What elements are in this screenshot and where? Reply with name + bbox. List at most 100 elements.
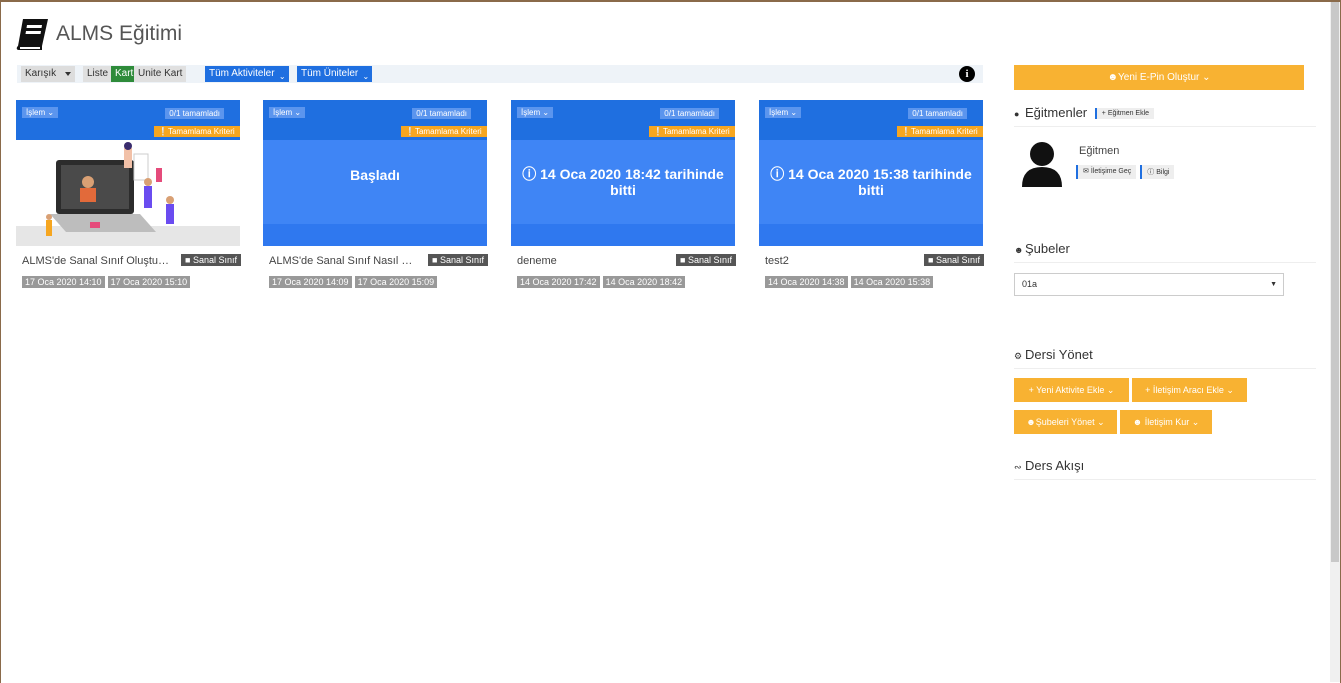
instructors-heading-label: Eğitmenler — [1025, 105, 1088, 120]
islem-label: İşlem — [273, 108, 293, 117]
card-thumbnail[interactable]: İşlem ⌄ 0/1 tamamladı ❕Tamamlama Kriteri… — [511, 100, 735, 246]
contact-instructor-button[interactable]: ✉ İletişime Geç — [1076, 165, 1137, 179]
caret-down-icon — [65, 72, 71, 76]
info-circle-icon: ⓘ — [770, 166, 785, 182]
new-epin-button[interactable]: ☻Yeni E-Pin Oluştur ⌄ — [1014, 65, 1304, 90]
activities-dropdown[interactable]: Tüm Aktiviteler ⌄ — [205, 66, 289, 82]
units-dropdown-label: Tüm Üniteler — [301, 68, 359, 79]
card-progress-badge: 0/1 tamamladı — [908, 108, 967, 119]
scrollbar-thumb[interactable] — [1331, 2, 1339, 562]
criteria-label: Tamamlama Kriteri — [910, 127, 978, 136]
chevron-down-icon: ⌄ — [278, 72, 286, 81]
instructor-avatar — [1022, 142, 1062, 187]
add-instructor-button[interactable]: + Eğitmen Ekle — [1094, 108, 1155, 120]
islem-label: İşlem — [521, 108, 541, 117]
card-criteria-badge[interactable]: ❕Tamamlama Kriteri — [649, 126, 735, 137]
islem-label: İşlem — [769, 108, 789, 117]
stream-heading-label: Ders Akışı — [1025, 458, 1085, 473]
card-criteria-badge[interactable]: ❕Tamamlama Kriteri — [897, 126, 983, 137]
view-list-button[interactable]: Liste — [83, 66, 113, 82]
card-title[interactable]: deneme — [517, 255, 667, 267]
view-unit-card-button[interactable]: Unite Kart — [134, 66, 187, 82]
manage-branches-button[interactable]: ☻Şubeleri Yönet ⌄ — [1014, 410, 1117, 434]
instructor-actions: ✉ İletişime Geç ⓘ Bilgi — [1076, 165, 1175, 179]
card-thumbnail[interactable]: İşlem ⌄ 0/1 tamamladı ❕Tamamlama Kriteri… — [759, 100, 983, 246]
end-date-tag: 14 Oca 2020 15:38 — [850, 276, 934, 288]
contact-label: İletişime Geç — [1090, 168, 1132, 175]
type-label: Sanal Sınıf — [439, 255, 484, 265]
book-icon — [16, 19, 48, 50]
branch-select-value: 01a — [1022, 279, 1038, 289]
start-date-tag: 17 Oca 2020 14:09 — [269, 276, 352, 288]
units-dropdown[interactable]: Tüm Üniteler ⌄ — [297, 66, 373, 82]
rss-icon: ∾ — [1014, 462, 1022, 472]
instructor-info-button[interactable]: ⓘ Bilgi — [1140, 165, 1175, 179]
card-progress-badge: 0/1 tamamladı — [165, 108, 224, 119]
card-title[interactable]: ALMS'de Sanal Sınıf Nasıl Oluş... — [269, 255, 419, 267]
cogs-icon: ⚙ — [1014, 351, 1023, 361]
end-date-tag: 17 Oca 2020 15:10 — [107, 276, 191, 288]
card-progress-badge: 0/1 tamamladı — [412, 108, 471, 119]
card-type-badge: ■ Sanal Sınıf — [181, 254, 241, 266]
add-instructor-label: Eğitmen Ekle — [1107, 110, 1150, 118]
card-status-text: ⓘ 14 Oca 2020 15:38 tarihinde bitti — [759, 166, 983, 198]
card-dates: 14 Oca 2020 14:38 14 Oca 2020 15:38 — [765, 276, 934, 288]
card-progress-badge: 0/1 tamamladı — [660, 108, 719, 119]
activity-card[interactable]: İşlem ⌄ 0/1 tamamladı ❕Tamamlama Kriteri… — [16, 100, 241, 288]
status-label: 14 Oca 2020 15:38 tarihinde bitti — [788, 166, 972, 198]
add-comm-tool-button[interactable]: + İletişim Aracı Ekle ⌄ — [1132, 378, 1247, 402]
type-label: Sanal Sınıf — [935, 255, 980, 265]
type-label: Sanal Sınıf — [687, 255, 732, 265]
users-icon: ☻ — [1107, 72, 1118, 83]
criteria-label: Tamamlama Kriteri — [662, 127, 730, 136]
card-dates: 17 Oca 2020 14:10 17 Oca 2020 15:10 — [22, 276, 191, 288]
criteria-label: Tamamlama Kriteri — [414, 127, 482, 136]
card-criteria-badge[interactable]: ❕Tamamlama Kriteri — [401, 126, 487, 137]
activity-card[interactable]: İşlem ⌄ 0/1 tamamladı ❕Tamamlama Kriteri… — [511, 100, 736, 288]
card-type-badge: ■ Sanal Sınıf — [924, 254, 984, 266]
comm-tool-label: İletişim Aracı Ekle — [1152, 385, 1224, 395]
activity-card[interactable]: İşlem ⌄ 0/1 tamamladı ❕Tamamlama Kriteri… — [263, 100, 488, 288]
info-circle-icon: ⓘ — [522, 166, 537, 182]
stream-heading: ∾ Ders Akışı — [1014, 458, 1316, 480]
branch-select[interactable]: 01a ▼ — [1014, 273, 1284, 296]
page-header: ALMS Eğitimi — [15, 16, 182, 52]
contact-button[interactable]: ☻ İletişim Kur ⌄ — [1120, 410, 1212, 434]
card-islem-button[interactable]: İşlem ⌄ — [517, 107, 554, 118]
app-title: ALMS Eğitimi — [56, 22, 183, 45]
card-islem-button[interactable]: İşlem ⌄ — [765, 107, 802, 118]
page-scrollbar[interactable] — [1330, 2, 1340, 682]
type-label: Sanal Sınıf — [192, 255, 237, 265]
card-status-text: ⓘ 14 Oca 2020 18:42 tarihinde bitti — [511, 166, 735, 198]
epin-label: Yeni E-Pin Oluştur — [1118, 72, 1200, 83]
card-title[interactable]: test2 — [765, 255, 915, 267]
card-thumbnail[interactable]: İşlem ⌄ 0/1 tamamladı ❕Tamamlama Kriteri — [16, 100, 240, 246]
activities-dropdown-label: Tüm Aktiviteler — [209, 68, 275, 79]
manage-heading: ⚙ Dersi Yönet — [1014, 347, 1316, 369]
card-islem-button[interactable]: İşlem ⌄ — [22, 107, 59, 118]
new-activity-button[interactable]: + Yeni Aktivite Ekle ⌄ — [1014, 378, 1129, 402]
sort-select-value: Karışık — [25, 68, 57, 79]
card-dates: 17 Oca 2020 14:09 17 Oca 2020 15:09 — [269, 276, 438, 288]
islem-label: İşlem — [26, 108, 46, 117]
activity-card[interactable]: İşlem ⌄ 0/1 tamamladı ❕Tamamlama Kriteri… — [759, 100, 984, 288]
card-title[interactable]: ALMS'de Sanal Sınıf Oluşturma — [22, 255, 172, 267]
branches-heading-label: Şubeler — [1025, 241, 1070, 256]
card-type-badge: ■ Sanal Sınıf — [676, 254, 736, 266]
info-circle-icon[interactable]: i — [959, 66, 975, 82]
manage-branches-label: Şubeleri Yönet — [1035, 417, 1095, 427]
card-status-text: Başladı — [350, 167, 400, 183]
branches-heading: ☻ Şubeler — [1014, 241, 1316, 263]
card-criteria-badge[interactable]: ❕Tamamlama Kriteri — [154, 126, 240, 137]
end-date-tag: 17 Oca 2020 15:09 — [354, 276, 438, 288]
card-islem-button[interactable]: İşlem ⌄ — [269, 107, 306, 118]
instructors-heading: ● Eğitmenler + Eğitmen Ekle — [1014, 105, 1316, 127]
status-label: 14 Oca 2020 18:42 tarihinde bitti — [540, 166, 724, 198]
sort-select[interactable]: Karışık — [21, 66, 75, 82]
card-footer-band — [759, 224, 983, 246]
card-thumbnail[interactable]: İşlem ⌄ 0/1 tamamladı ❕Tamamlama Kriteri… — [263, 100, 487, 246]
virtual-classroom-illustration — [16, 142, 240, 246]
card-type-badge: ■ Sanal Sınıf — [428, 254, 488, 266]
card-dates: 14 Oca 2020 17:42 14 Oca 2020 18:42 — [517, 276, 686, 288]
manage-heading-label: Dersi Yönet — [1025, 347, 1093, 362]
